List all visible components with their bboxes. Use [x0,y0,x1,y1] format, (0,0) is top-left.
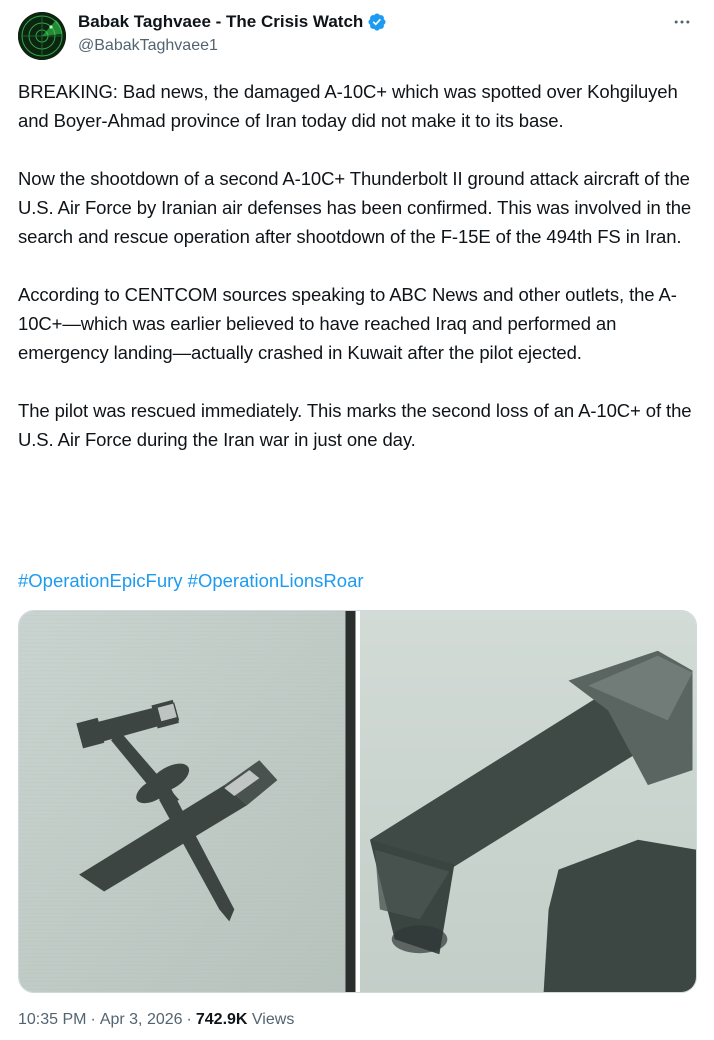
tweet-meta: 10:35 PM · Apr 3, 2026 · 742.9K Views [18,1011,294,1029]
author-name-row[interactable]: Babak Taghvaee - The Crisis Watch [78,12,387,32]
tweet-paragraph: BREAKING: Bad news, the damaged A-10C+ w… [18,81,678,131]
a10-tail-closeup-photo[interactable] [359,611,696,992]
author-avatar[interactable] [18,12,66,60]
tweet-text: BREAKING: Bad news, the damaged A-10C+ w… [18,77,708,483]
more-options-button[interactable] [670,10,694,34]
tweet-paragraph: According to CENTCOM sources speaking to… [18,284,677,363]
meta-separator: · [90,1011,96,1028]
meta-separator: · [186,1011,192,1028]
hashtag-link[interactable]: #OperationLionsRoar [188,570,364,591]
tweet-time[interactable]: 10:35 PM [18,1011,86,1028]
radar-avatar-icon [18,12,66,60]
tweet-paragraph: Now the shootdown of a second A-10C+ Thu… [18,168,692,247]
media-grid [18,610,697,993]
views-count: 742.9K [195,1011,248,1028]
hashtag-link[interactable]: #OperationEpicFury [18,570,183,591]
tweet-date[interactable]: Apr 3, 2026 [100,1011,183,1028]
views-label: Views [251,1011,295,1028]
verified-badge-icon [368,13,386,31]
hashtag-row: #OperationEpicFury #OperationLionsRoar [18,566,364,595]
author-display-name[interactable]: Babak Taghvaee - The Crisis Watch [78,12,363,32]
a10-aircraft-photo[interactable] [19,611,356,992]
tweet-paragraph: The pilot was rescued immediately. This … [18,400,692,450]
author-handle[interactable]: @BabakTaghvaee1 [78,37,218,55]
more-dots-icon [674,20,690,24]
